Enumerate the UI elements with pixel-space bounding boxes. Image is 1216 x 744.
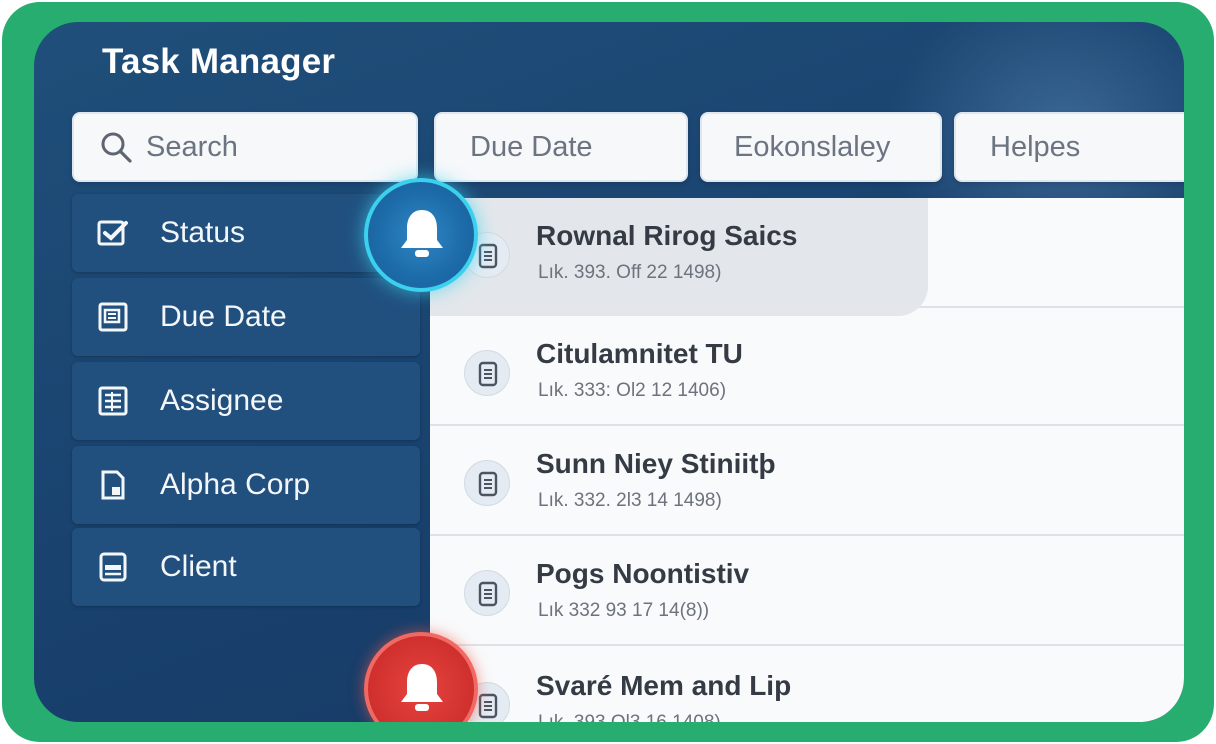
task-icon-badge xyxy=(464,570,510,616)
bell-icon xyxy=(401,664,443,711)
sidebar-item-label: Assignee xyxy=(160,384,284,417)
sidebar-item-label: Status xyxy=(160,216,246,249)
sidebar-item-label: Client xyxy=(160,550,237,583)
filter-second[interactable]: Eokonslaley xyxy=(700,112,942,182)
search-placeholder: Search xyxy=(146,130,238,163)
clipboard-icon xyxy=(478,693,498,719)
app-window: Task Manager Search Due Date Eokonslaley… xyxy=(34,22,1184,722)
sidebar-item-label: Due Date xyxy=(160,300,287,333)
checkbox-icon xyxy=(97,220,128,246)
bell-icon xyxy=(401,210,443,257)
task-icon-badge xyxy=(464,460,510,506)
clipboard-icon xyxy=(478,581,498,607)
search-input[interactable]: Search xyxy=(72,112,418,182)
task-name: Pogs Noontistiv xyxy=(536,558,750,589)
task-meta: Lık. 393 Ol3 16 1408) xyxy=(538,712,721,722)
task-name: Svaré Mem and Lip xyxy=(536,670,792,701)
task-icon-badge xyxy=(464,350,510,396)
sidebar-item-label: Alpha Corp xyxy=(160,468,311,501)
page-title: Task Manager xyxy=(102,42,336,81)
sidebar-item-client[interactable]: Client xyxy=(72,528,420,606)
filter-label: Helpes xyxy=(990,130,1081,163)
card-icon xyxy=(99,552,127,582)
filter-label: Eokonslaley xyxy=(734,130,891,163)
clipboard-icon xyxy=(478,361,498,387)
sidebar-item-due-date[interactable]: Due Date xyxy=(72,278,420,356)
filter-due-date[interactable]: Due Date xyxy=(434,112,688,182)
filter-label: Due Date xyxy=(470,130,593,163)
task-row[interactable]: Pogs Noontistiv Lık 332 93 17 14(8)) xyxy=(430,536,1184,646)
notification-bell-button[interactable] xyxy=(364,178,478,292)
task-name: Citulamnitet TU xyxy=(536,338,743,369)
clipboard-icon xyxy=(478,471,498,497)
task-row[interactable]: Svaré Mem and Lip Lık. 393 Ol3 16 1408) xyxy=(430,648,1184,722)
task-meta: Lık. 333: Ol2 12 1406) xyxy=(538,380,727,401)
task-meta: Lık. 393. Off 22 1498) xyxy=(538,262,722,283)
task-list: Rownal Rirog Saics Lık. 393. Off 22 1498… xyxy=(430,198,1184,722)
task-row[interactable]: Sunn Niey Stiniitþ Lık. 332. 2l3 14 1498… xyxy=(430,426,1184,536)
task-name: Sunn Niey Stiniitþ xyxy=(536,448,776,479)
clipboard-icon xyxy=(478,243,498,269)
task-name: Rownal Rirog Saics xyxy=(536,220,798,251)
task-meta: Lık 332 93 17 14(8)) xyxy=(538,600,710,621)
task-row[interactable]: Rownal Rirog Saics Lık. 393. Off 22 1498… xyxy=(430,198,1184,316)
task-row[interactable]: Citulamnitet TU Lık. 333: Ol2 12 1406) xyxy=(430,316,1184,426)
filter-third[interactable]: Helpes xyxy=(954,112,1184,182)
sidebar-item-assignee[interactable]: Assignee xyxy=(72,362,420,440)
task-meta: Lık. 332. 2l3 14 1498) xyxy=(538,490,722,511)
document-icon xyxy=(101,470,125,500)
calendar-icon xyxy=(98,302,128,332)
list-icon xyxy=(98,386,128,416)
search-icon xyxy=(101,132,132,163)
sidebar-item-alpha-corp[interactable]: Alpha Corp xyxy=(72,446,420,524)
